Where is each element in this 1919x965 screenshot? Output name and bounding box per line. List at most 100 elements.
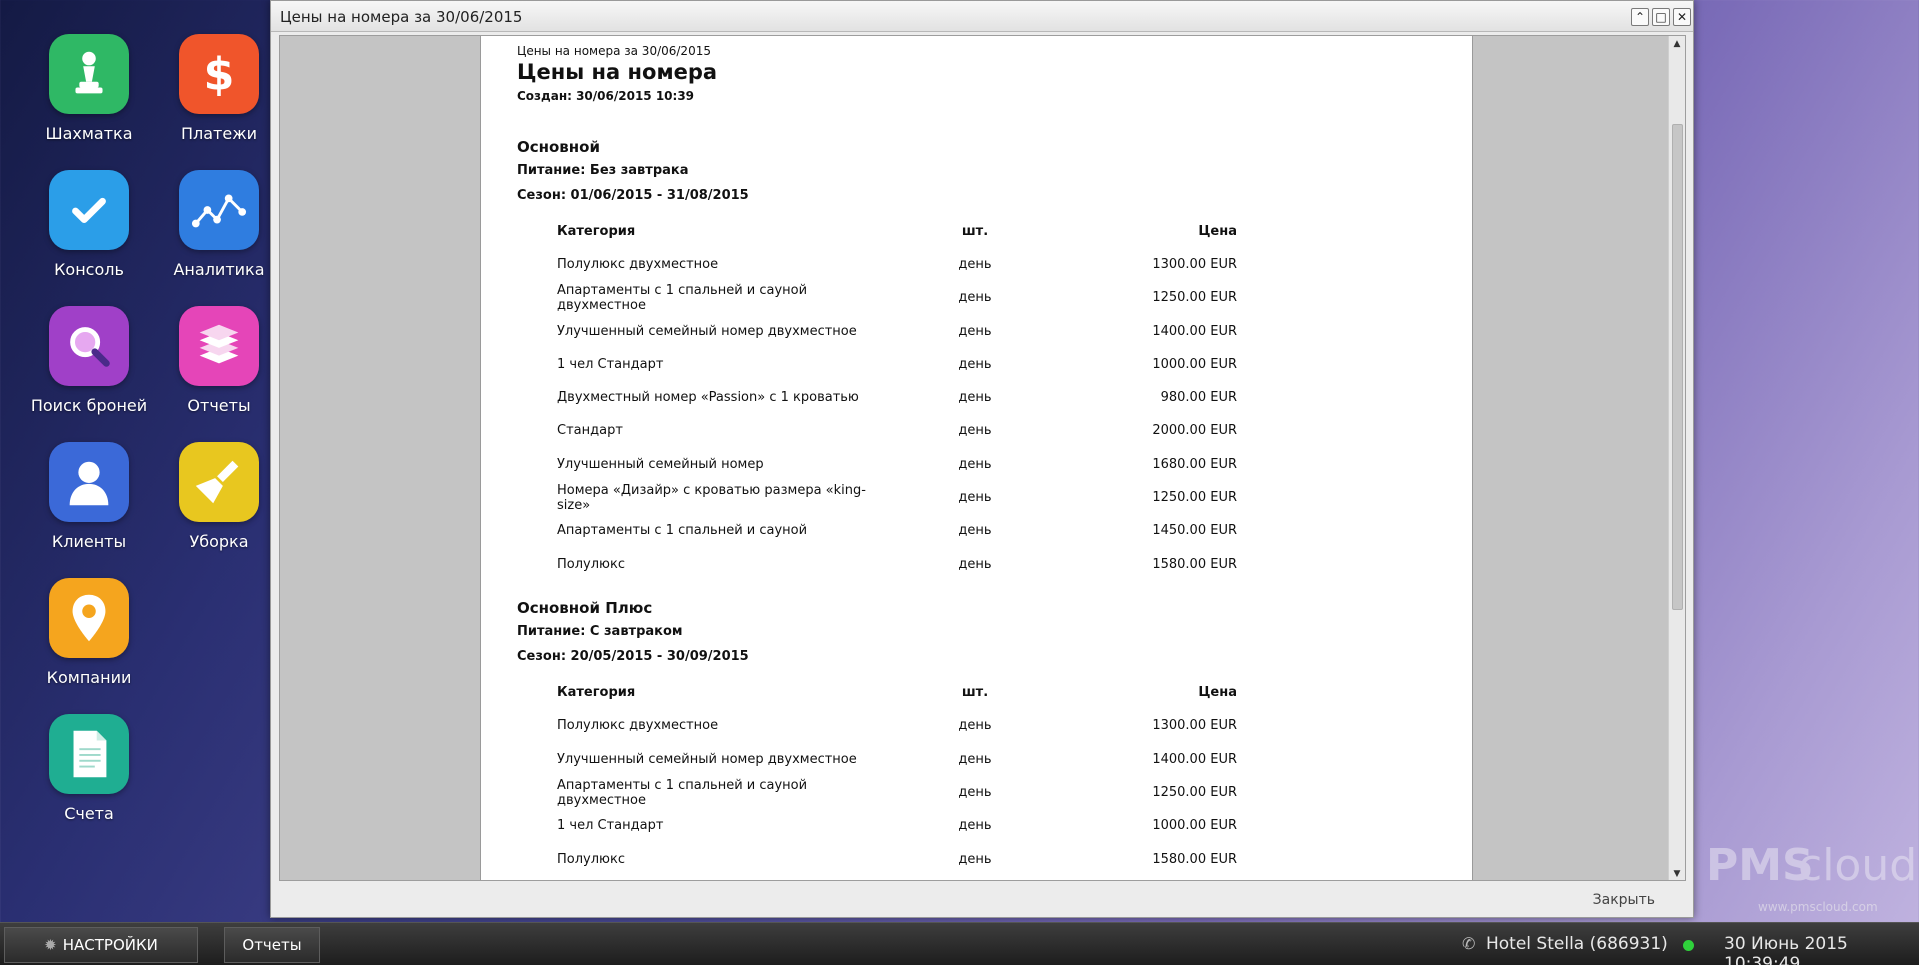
cell-price: 1000.00 EUR — [1152, 818, 1237, 833]
app-payments[interactable]: $ Платежи — [154, 34, 284, 143]
column-header-price: Цена — [1198, 224, 1237, 239]
scroll-thumb[interactable] — [1672, 124, 1683, 610]
user-icon — [49, 442, 129, 522]
app-label: Компании — [46, 668, 132, 687]
cell-unit: день — [958, 752, 992, 767]
cell-unit: день — [958, 390, 992, 405]
app-label: Уборка — [189, 532, 249, 551]
cell-price: 1450.00 EUR — [1152, 523, 1237, 538]
cell-category: Улучшенный семейный номер двухместное — [557, 324, 857, 339]
app-clients[interactable]: Клиенты — [24, 442, 154, 551]
scroll-up-icon[interactable]: ▲ — [1669, 36, 1685, 52]
settings-button[interactable]: ✹ НАСТРОЙКИ — [4, 927, 198, 963]
logo-brand-cloud: cloud — [1798, 840, 1918, 891]
app-label: Поиск броней — [30, 396, 148, 415]
app-companies[interactable]: Компании — [24, 578, 154, 687]
app-label: Консоль — [54, 260, 124, 279]
app-analytics[interactable]: Аналитика — [154, 170, 284, 279]
cell-price: 1000.00 EUR — [1152, 357, 1237, 372]
cell-unit: день — [958, 785, 992, 800]
app-invoices[interactable]: Счета — [24, 714, 154, 823]
section-name: Основной Плюс — [517, 599, 653, 617]
cell-price: 1250.00 EUR — [1152, 490, 1237, 505]
section-season: Сезон: 20/05/2015 - 30/09/2015 — [517, 649, 749, 664]
svg-text:$: $ — [204, 49, 235, 100]
report-created: Создан: 30/06/2015 10:39 — [517, 89, 695, 103]
app-label: Шахматка — [45, 124, 133, 143]
gear-icon: ✹ — [44, 936, 57, 954]
taskbar: ✹ НАСТРОЙКИ Отчеты ✆ Hotel Stella (686931… — [0, 922, 1919, 965]
cell-unit: день — [958, 818, 992, 833]
settings-label: НАСТРОЙКИ — [62, 936, 158, 954]
close-icon[interactable]: ✕ — [1673, 8, 1691, 26]
hotel-name[interactable]: Hotel Stella (686931) — [1486, 934, 1668, 954]
cell-unit: день — [958, 324, 992, 339]
cell-unit: день — [958, 557, 992, 572]
cell-category: Полулюкс — [557, 557, 625, 572]
cell-category: Номера «Дизайр» с кроватью размера «king… — [557, 483, 866, 513]
cell-category: 1 чел Стандарт — [557, 818, 664, 833]
app-booking-search[interactable]: Поиск броней — [24, 306, 154, 415]
app-label: Отчеты — [187, 396, 251, 415]
report-small-title: Цены на номера за 30/06/2015 — [517, 44, 711, 58]
section-name: Основной — [517, 138, 600, 156]
magnifier-icon — [49, 306, 129, 386]
column-header-price: Цена — [1198, 685, 1237, 700]
cell-category: Полулюкс двухместное — [557, 257, 719, 272]
vertical-scrollbar[interactable]: ▲ ▼ — [1668, 36, 1685, 880]
phone-icon: ✆ — [1462, 934, 1476, 953]
cell-category: Улучшенный семейный номер — [557, 457, 764, 472]
app-console[interactable]: Консоль — [24, 170, 154, 279]
app-reports[interactable]: Отчеты — [154, 306, 284, 415]
cell-price: 1580.00 EUR — [1152, 557, 1237, 572]
pmscloud-logo: PMS cloud www.pmscloud.com — [1700, 838, 1918, 918]
cell-price: 1250.00 EUR — [1152, 785, 1237, 800]
cell-price: 1250.00 EUR — [1152, 290, 1237, 305]
cell-category: Апартаменты с 1 спальней и сауной — [557, 523, 808, 538]
window-footer: Закрыть — [271, 883, 1693, 917]
broom-icon — [179, 442, 259, 522]
maximize-icon[interactable]: □ — [1652, 8, 1670, 26]
report-title: Цены на номера — [517, 60, 718, 84]
report-page: Цены на номера за 30/06/2015 Цены на ном… — [480, 36, 1473, 880]
app-chessboard[interactable]: Шахматка — [24, 34, 154, 143]
task-label: Отчеты — [242, 936, 302, 954]
cell-category: Апартаменты с 1 спальней и сауной двухме… — [557, 283, 808, 313]
cell-price: 1300.00 EUR — [1152, 257, 1237, 272]
section-meal: Питание: Без завтрака — [517, 163, 689, 178]
window-title: Цены на номера за 30/06/2015 — [280, 8, 523, 26]
task-reports-button[interactable]: Отчеты — [224, 927, 320, 963]
clock: 30 Июнь 2015 10:39:49 — [1724, 934, 1848, 965]
cell-unit: день — [958, 357, 992, 372]
cell-price: 980.00 EUR — [1160, 390, 1237, 405]
cell-unit: день — [958, 457, 992, 472]
logo-url: www.pmscloud.com — [1758, 900, 1878, 914]
cell-unit: день — [958, 290, 992, 305]
app-label: Счета — [64, 804, 114, 823]
line-chart-icon — [179, 170, 259, 250]
window-titlebar[interactable]: Цены на номера за 30/06/2015 ⌃ □ ✕ — [271, 1, 1693, 32]
cell-price: 1400.00 EUR — [1152, 324, 1237, 339]
cell-unit: день — [958, 852, 992, 867]
desktop: Шахматка $ Платежи Консоль Аналитика Пои… — [0, 0, 272, 922]
cell-price: 1580.00 EUR — [1152, 852, 1237, 867]
cell-unit: день — [958, 523, 992, 538]
scroll-down-icon[interactable]: ▼ — [1669, 866, 1685, 880]
cell-unit: день — [958, 718, 992, 733]
cell-price: 2000.00 EUR — [1152, 423, 1237, 438]
collapse-icon[interactable]: ⌃ — [1631, 8, 1649, 26]
column-header-unit: шт. — [961, 224, 989, 239]
app-label: Аналитика — [173, 260, 265, 279]
section-meal: Питание: С завтраком — [517, 624, 683, 639]
app-housekeeping[interactable]: Уборка — [154, 442, 284, 551]
cell-category: Полулюкс двухместное — [557, 718, 719, 733]
document-icon — [49, 714, 129, 794]
column-header-category: Категория — [557, 224, 636, 239]
cell-category: Улучшенный семейный номер двухместное — [557, 752, 857, 767]
books-icon — [179, 306, 259, 386]
column-header-category: Категория — [557, 685, 636, 700]
online-status-icon — [1683, 940, 1694, 951]
check-icon — [49, 170, 129, 250]
column-header-unit: шт. — [961, 685, 989, 700]
close-button[interactable]: Закрыть — [1593, 892, 1655, 908]
